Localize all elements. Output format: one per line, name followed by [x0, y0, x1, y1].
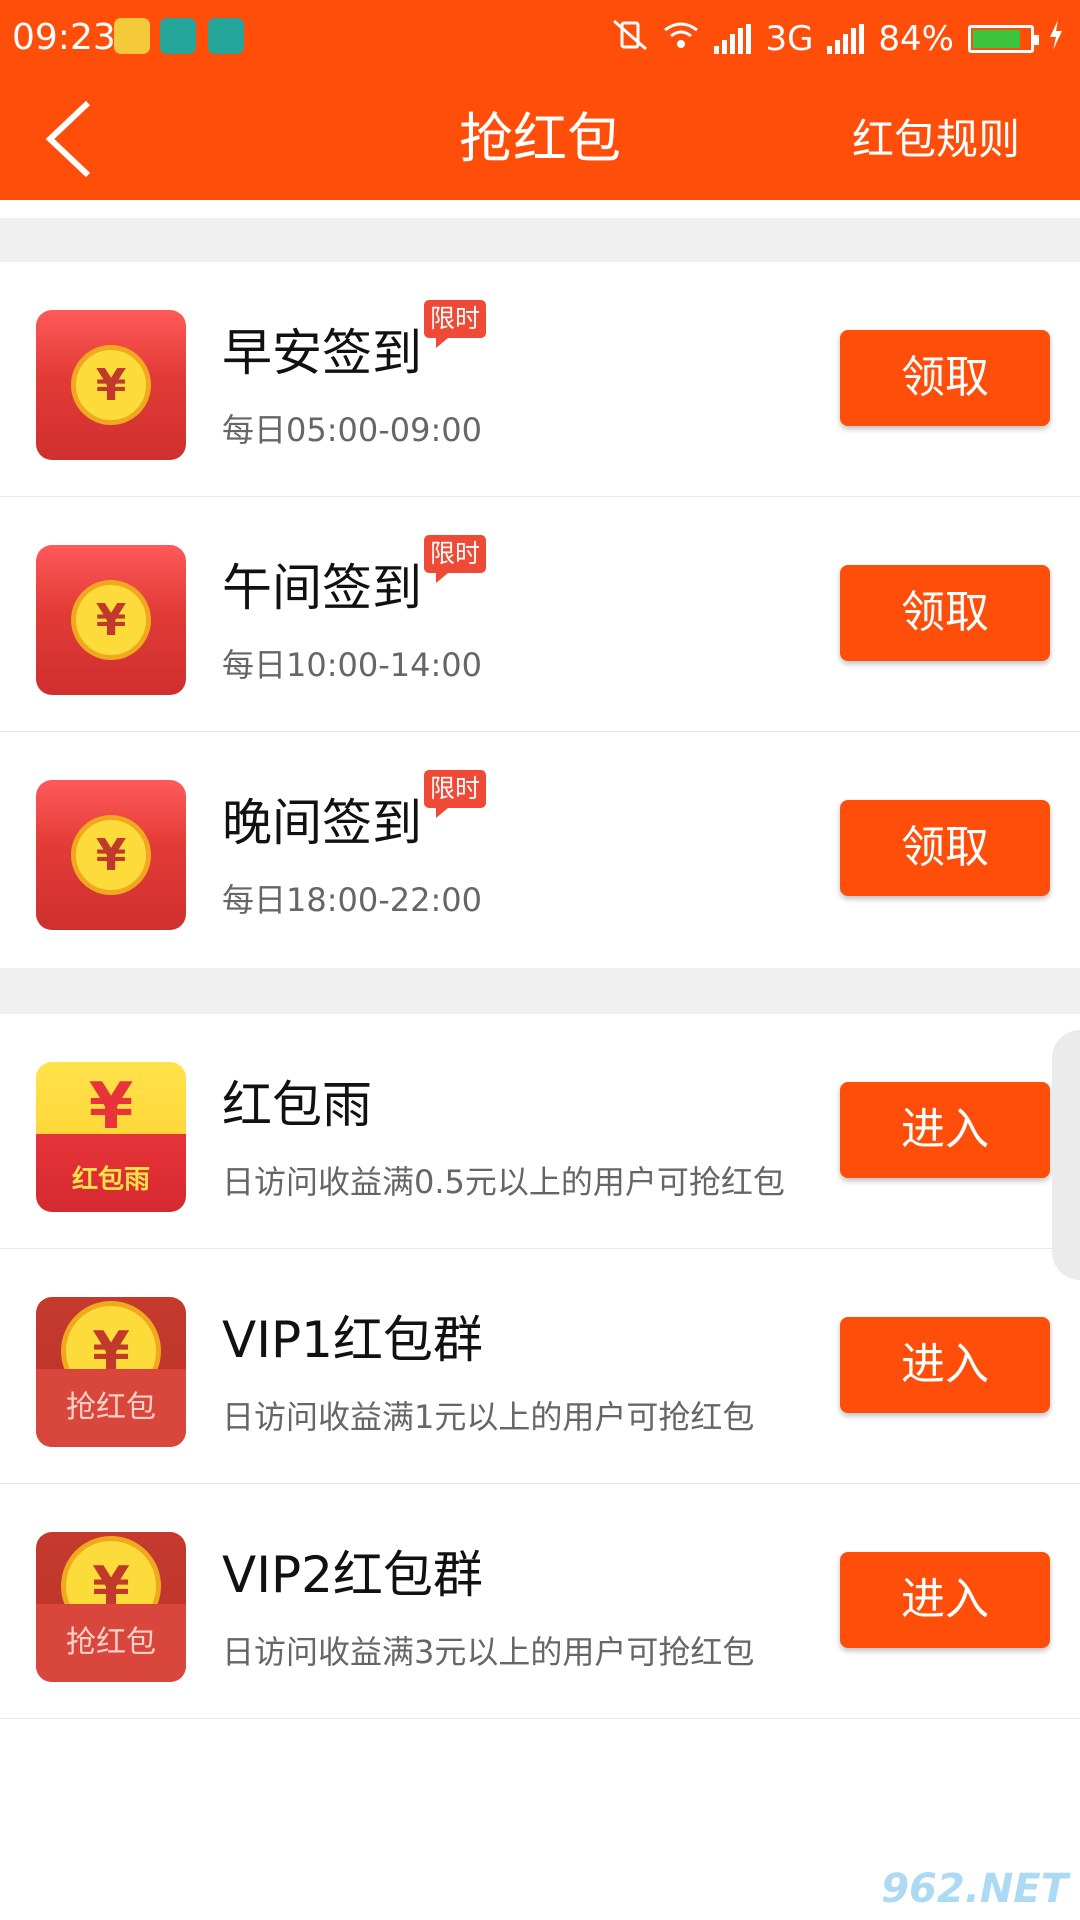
usb-icon	[208, 18, 244, 54]
group-row: ¥ 红包雨 红包雨 日访问收益满0.5元以上的用户可抢红包 进入	[0, 1014, 1080, 1249]
grab-envelope-icon: ¥ 抢红包	[36, 1297, 186, 1447]
side-drawer-handle[interactable]	[1052, 1030, 1080, 1280]
group-desc: 日访问收益满3元以上的用户可抢红包	[222, 1633, 755, 1671]
red-envelope-icon: ¥	[36, 545, 186, 695]
red-envelope-icon: ¥	[36, 310, 186, 460]
claim-button[interactable]: 领取	[840, 330, 1050, 426]
coin-icon: ¥	[71, 580, 151, 660]
limited-badge: 限时	[424, 535, 487, 583]
group-title: 红包雨	[222, 1076, 372, 1134]
top-bar: 09:23 3G 84% 抢红包 红包规则	[0, 0, 1080, 200]
group-row: ¥ 抢红包 VIP1红包群 日访问收益满1元以上的用户可抢红包 进入	[0, 1249, 1080, 1484]
coin-icon: ¥	[71, 815, 151, 895]
limited-badge: 限时	[424, 770, 487, 818]
shield-app-icon	[114, 18, 150, 54]
icon-label: 抢红包	[66, 1390, 156, 1425]
watermark: 962.NET	[881, 1866, 1068, 1912]
enter-button[interactable]: 进入	[840, 1552, 1050, 1648]
battery-fill	[973, 30, 1021, 48]
scan-icon	[160, 18, 196, 54]
checkin-title: 午间签到	[222, 559, 422, 617]
checkin-time: 每日10:00-14:00	[222, 646, 482, 684]
vibrate-off-icon	[612, 19, 648, 60]
yuan-icon: ¥	[88, 1070, 134, 1144]
group-desc: 日访问收益满1元以上的用户可抢红包	[222, 1398, 755, 1436]
checkin-row: ¥ 早安签到 限时 每日05:00-09:00 领取	[0, 262, 1080, 497]
checkin-row: ¥ 晚间签到 限时 每日18:00-22:00 领取	[0, 732, 1080, 967]
signal-icon-2	[827, 24, 865, 54]
battery-icon	[968, 25, 1039, 53]
checkin-title: 晚间签到	[222, 794, 422, 852]
group-row: ¥ 抢红包 VIP2红包群 日访问收益满3元以上的用户可抢红包 进入	[0, 1484, 1080, 1719]
section-divider	[0, 218, 1080, 262]
red-envelope-icon: ¥	[36, 780, 186, 930]
checkin-time: 每日05:00-09:00	[222, 411, 482, 449]
rules-link[interactable]: 红包规则	[852, 114, 1020, 166]
claim-button[interactable]: 领取	[840, 800, 1050, 896]
checkin-row: ¥ 午间签到 限时 每日10:00-14:00 领取	[0, 497, 1080, 732]
claim-button[interactable]: 领取	[840, 565, 1050, 661]
wifi-icon	[662, 19, 700, 59]
status-bar: 09:23 3G 84%	[0, 0, 1080, 78]
status-time: 09:23	[12, 17, 116, 58]
enter-button[interactable]: 进入	[840, 1082, 1050, 1178]
group-title: VIP1红包群	[222, 1311, 483, 1369]
coin-icon: ¥	[71, 345, 151, 425]
group-title: VIP2红包群	[222, 1546, 483, 1604]
icon-label: 抢红包	[66, 1625, 156, 1660]
group-desc: 日访问收益满0.5元以上的用户可抢红包	[222, 1163, 785, 1201]
battery-percent: 84%	[878, 19, 954, 59]
network-type: 3G	[765, 19, 814, 59]
grab-envelope-icon: ¥ 抢红包	[36, 1532, 186, 1682]
limited-badge: 限时	[424, 300, 487, 348]
signal-icon	[714, 24, 752, 54]
charging-icon	[1048, 19, 1064, 59]
section-divider	[0, 968, 1080, 1014]
enter-button[interactable]: 进入	[840, 1317, 1050, 1413]
red-envelope-rain-icon: ¥ 红包雨	[36, 1062, 186, 1212]
status-right: 3G 84%	[612, 14, 1064, 64]
checkin-time: 每日18:00-22:00	[222, 881, 482, 919]
nav-bar: 抢红包 红包规则	[0, 78, 1080, 200]
icon-label: 红包雨	[71, 1165, 150, 1195]
checkin-title: 早安签到	[222, 324, 422, 382]
